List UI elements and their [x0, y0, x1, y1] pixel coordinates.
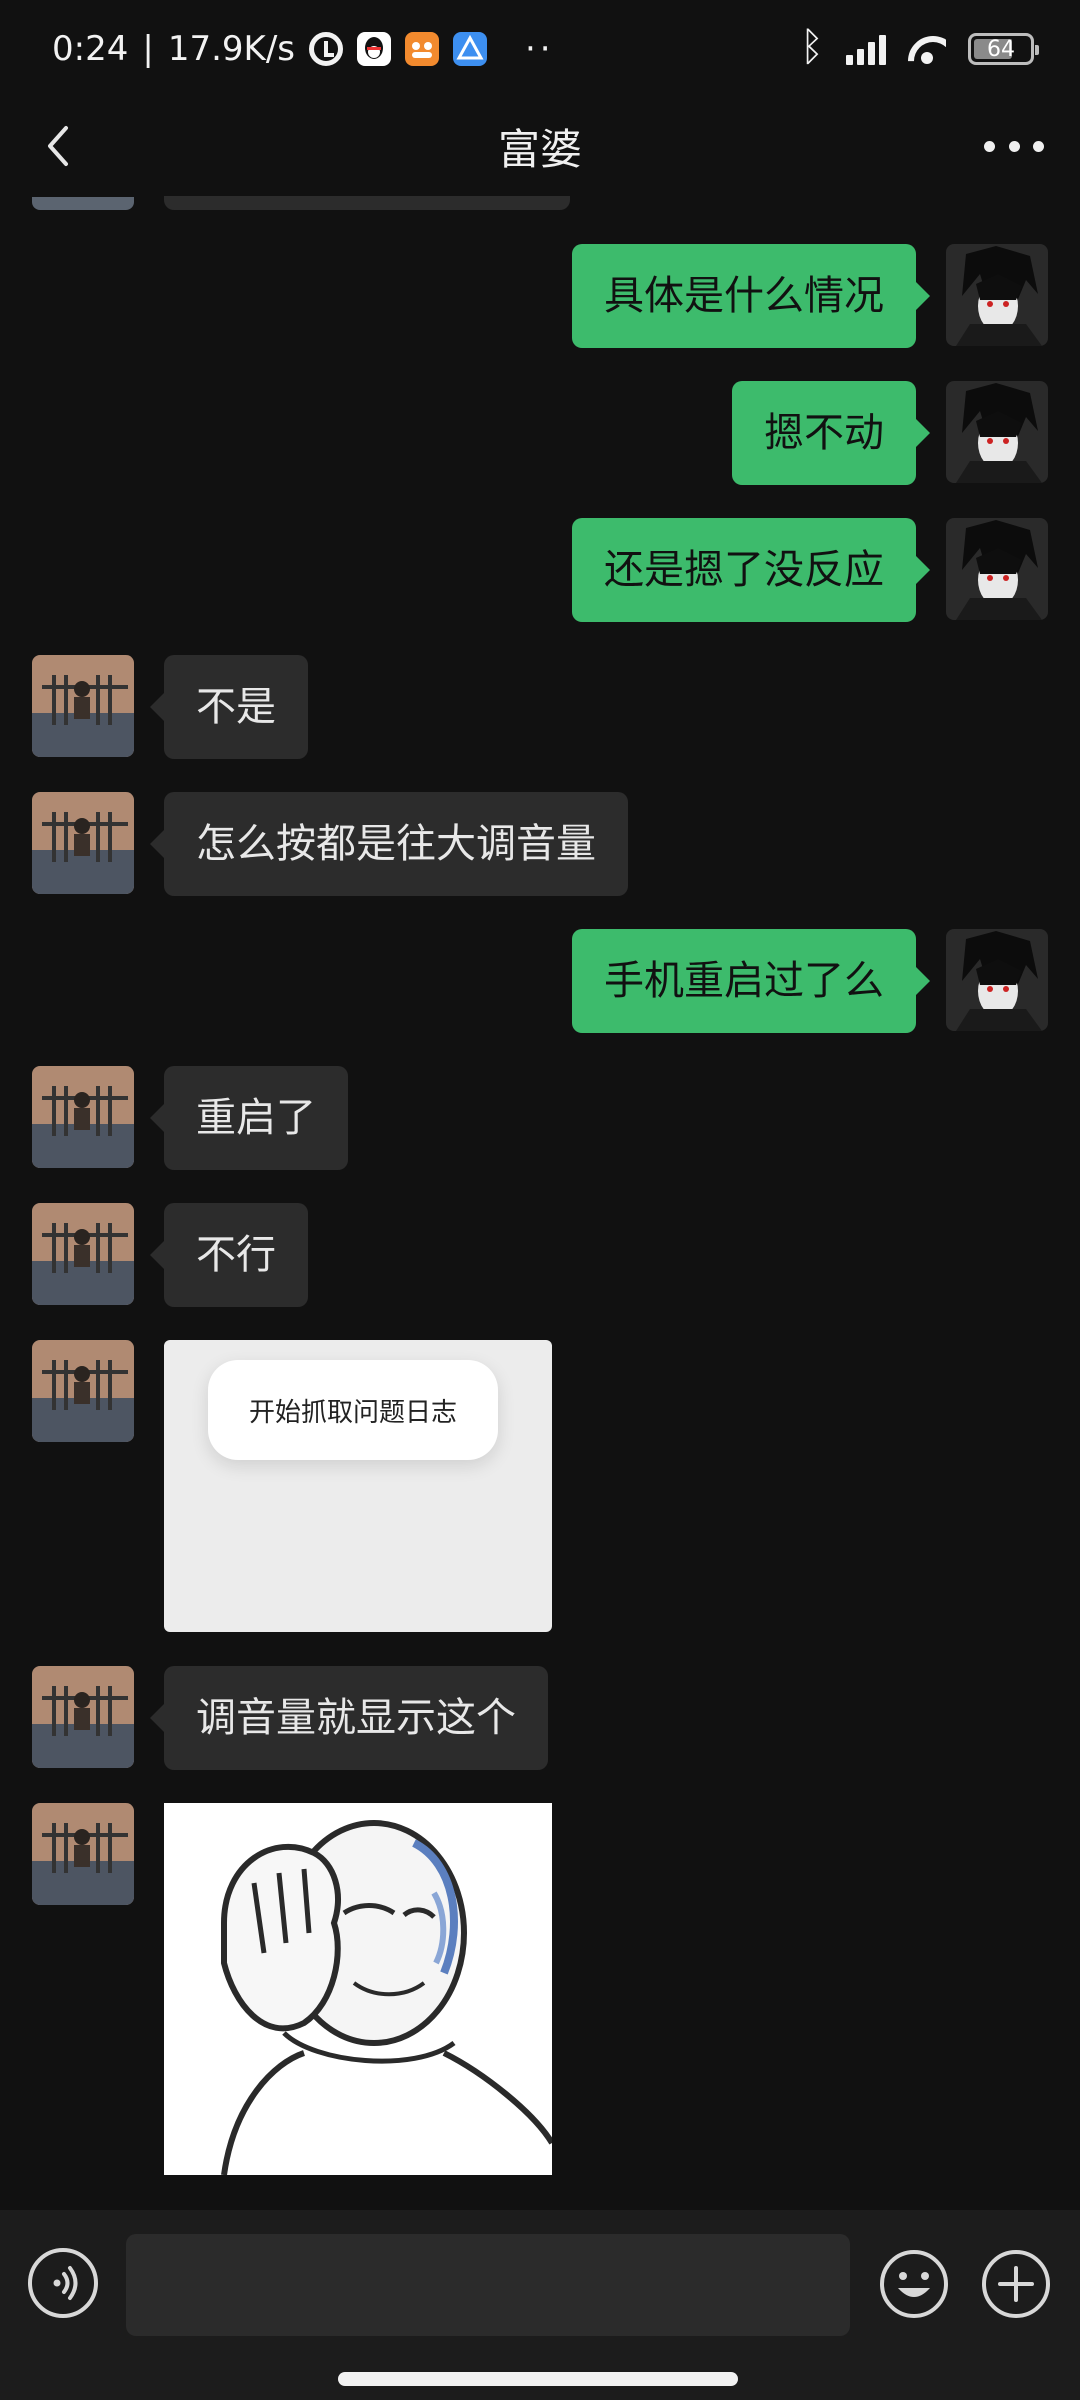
contact-avatar[interactable] [32, 1666, 134, 1768]
app-blue-icon [453, 32, 487, 66]
my-avatar[interactable] [946, 929, 1048, 1031]
voice-icon[interactable] [28, 2248, 98, 2318]
incoming-message[interactable]: 不行 [150, 1203, 308, 1307]
outgoing-message[interactable]: 摁不动 [732, 381, 930, 485]
contact-avatar[interactable] [32, 1803, 134, 1905]
contact-avatar[interactable] [32, 1066, 134, 1168]
outgoing-message[interactable]: 具体是什么情况 [572, 244, 930, 348]
signal-icon [846, 33, 886, 65]
qq-icon [357, 32, 391, 66]
contact-avatar[interactable] [32, 196, 134, 210]
incoming-message[interactable]: 调音量就显示这个 [150, 1666, 548, 1770]
status-left: 0:24 | 17.9K/s ·· [52, 26, 555, 72]
alarm-icon [309, 32, 343, 66]
status-right: 64 [800, 24, 1039, 70]
my-avatar[interactable] [946, 381, 1048, 483]
bluetooth-icon [800, 24, 824, 70]
plus-icon[interactable] [980, 2248, 1052, 2320]
chat-header: 富婆 [0, 96, 1080, 196]
net-speed: 17.9K/s [167, 29, 295, 69]
contact-avatar[interactable] [32, 1340, 134, 1442]
incoming-message[interactable]: 怎么按都是往大调音量 [150, 792, 628, 896]
incoming-message[interactable]: 重启了 [150, 1066, 348, 1170]
contact-avatar[interactable] [32, 792, 134, 894]
message-list[interactable]: 具体是什么情况 摁不动 还是摁了没反应 不是 怎么按都是往大调音量 手机重启过了… [0, 196, 1080, 2210]
status-more-dots: ·· [525, 29, 555, 69]
contact-avatar[interactable] [32, 655, 134, 757]
more-dots-icon[interactable] [984, 124, 1044, 168]
my-avatar[interactable] [946, 518, 1048, 620]
outgoing-message[interactable]: 手机重启过了么 [572, 929, 930, 1033]
partial-incoming-bubble [164, 196, 570, 210]
image-message[interactable]: 开始抓取问题日志 [164, 1340, 552, 1632]
my-avatar[interactable] [946, 244, 1048, 346]
status-bar: 0:24 | 17.9K/s ·· 64 [0, 0, 1080, 96]
battery-level: 64 [987, 36, 1015, 62]
incoming-message[interactable]: 不是 [150, 655, 308, 759]
home-indicator[interactable] [338, 2372, 738, 2386]
emoji-icon[interactable] [878, 2248, 950, 2320]
message-input[interactable] [126, 2234, 850, 2336]
app-orange-icon [405, 32, 439, 66]
facepalm-meme-sticker[interactable] [164, 1803, 552, 2175]
chat-title: 富婆 [497, 125, 582, 174]
wifi-icon [908, 34, 946, 64]
log-capture-toast: 开始抓取问题日志 [208, 1360, 498, 1460]
battery-icon: 64 [968, 33, 1039, 65]
status-separator: | [142, 29, 154, 69]
contact-avatar[interactable] [32, 1203, 134, 1305]
outgoing-message[interactable]: 还是摁了没反应 [572, 518, 930, 622]
status-time: 0:24 [52, 29, 129, 69]
